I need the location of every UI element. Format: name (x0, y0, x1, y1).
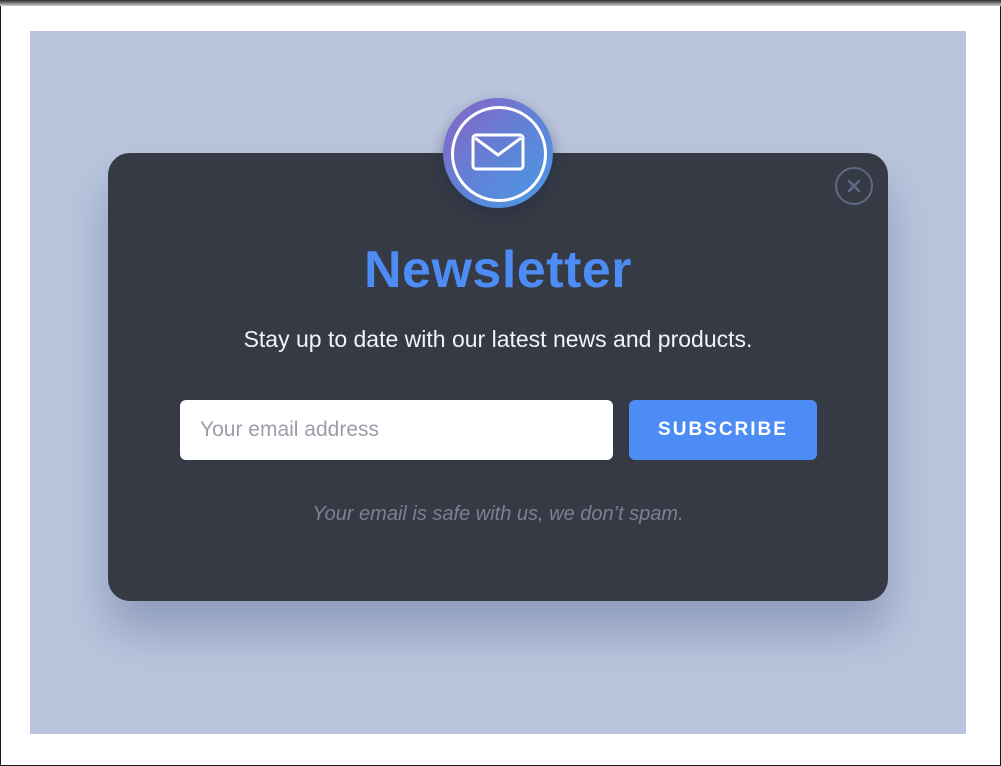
envelope-badge (443, 98, 553, 208)
modal-title: Newsletter (364, 241, 632, 299)
close-button[interactable] (835, 167, 873, 205)
modal-subtitle: Stay up to date with our latest news and… (243, 326, 753, 352)
window-top-bar (0, 0, 1001, 6)
newsletter-modal (108, 153, 888, 601)
email-input[interactable] (180, 400, 613, 460)
close-icon (847, 179, 861, 193)
privacy-note: Your email is safe with us, we don’t spa… (312, 503, 684, 525)
subscribe-button[interactable]: SUBSCRIBE (629, 400, 817, 460)
envelope-icon (471, 133, 525, 171)
